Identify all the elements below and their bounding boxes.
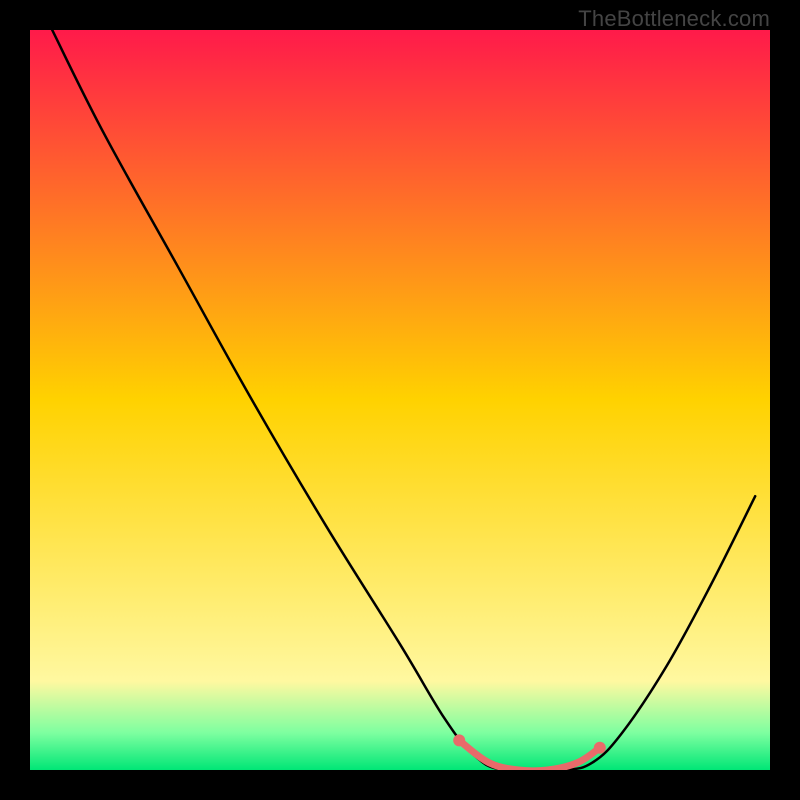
chart-background (30, 30, 770, 770)
marker-dot-1 (594, 742, 606, 754)
chart-svg (30, 30, 770, 770)
watermark-text: TheBottleneck.com (578, 6, 770, 32)
chart-frame (30, 30, 770, 770)
marker-dot-0 (453, 734, 465, 746)
